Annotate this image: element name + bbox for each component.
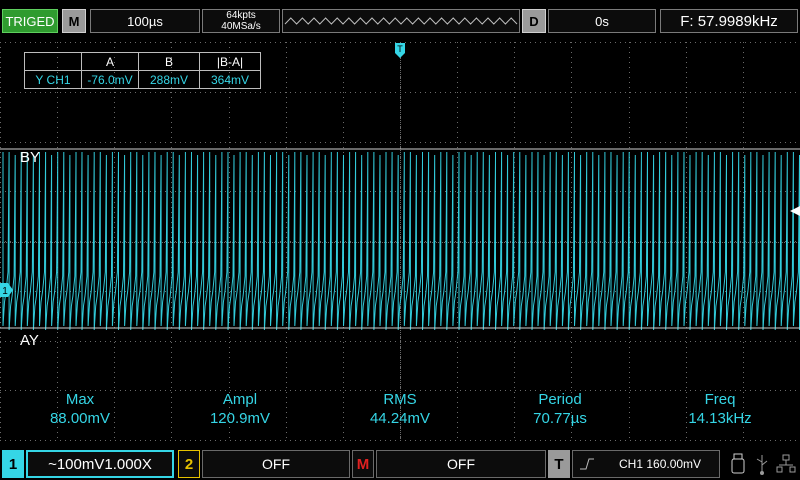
cursor-header-a: A <box>81 52 139 71</box>
menu-button[interactable]: M <box>62 9 86 33</box>
measurement-value: 14.13kHz <box>688 410 752 427</box>
trigger-number[interactable]: T <box>548 450 570 478</box>
cursor-row-label: Y CH1 <box>24 70 82 89</box>
measurement-name: Max <box>65 391 95 408</box>
lan-icon <box>776 454 796 473</box>
trigger-position-icon[interactable]: T <box>395 43 405 58</box>
usb-storage-icon <box>731 453 745 474</box>
ch1-ground-marker[interactable]: 1 <box>0 283 13 297</box>
cursor-header-delta: |B-A| <box>199 52 261 71</box>
measurement-value: 70.77µs <box>533 410 587 427</box>
measurement-freq: Freq 14.13kHz <box>650 390 790 428</box>
measurement-value: 120.9mV <box>209 410 271 427</box>
rising-edge-icon <box>580 458 594 470</box>
measurement-name: Ampl <box>222 391 258 408</box>
measurement-value: 88.00mV <box>49 410 111 427</box>
cursor-table-row: Y CH1 -76.0mV 288mV 364mV <box>24 70 261 89</box>
grid <box>0 42 799 441</box>
trigger-marker-label: T <box>397 44 403 54</box>
trigger-status-badge: TRIGED <box>2 9 58 33</box>
measurement-rms: RMS 44.24mV <box>330 390 470 428</box>
trigger-setting-label: CH1 160.00mV <box>619 457 702 471</box>
cursor-table-header: A B |B-A| <box>24 52 261 71</box>
trigger-setting[interactable]: CH1 160.00mV <box>572 450 720 478</box>
cursor-a-label: AY <box>20 332 39 349</box>
frequency-counter: F: 57.9989kHz <box>660 9 798 33</box>
top-status-bar: TRIGED M 100µs 64kpts 40MSa/s D 0s F: 57… <box>0 0 800 40</box>
math-number[interactable]: M <box>352 450 374 478</box>
delay-button[interactable]: D <box>522 9 546 33</box>
ch1-marker-label: 1 <box>2 286 8 297</box>
math-setting[interactable]: OFF <box>376 450 546 478</box>
bottom-channel-bar: 1 ~100mV1.000X 2 OFF M OFF T CH1 160.00m… <box>0 446 800 480</box>
timebase-display[interactable]: 100µs <box>90 9 200 33</box>
cursor-delta-value: 364mV <box>199 70 261 89</box>
cursor-readout-table: A B |B-A| Y CH1 -76.0mV 288mV 364mV <box>24 52 261 89</box>
waveform-display[interactable]: T 1 BY AY <box>0 40 800 443</box>
overview-zigzag-icon <box>284 17 518 25</box>
sample-rate: 40MSa/s <box>221 21 261 32</box>
ch2-number[interactable]: 2 <box>178 450 200 478</box>
acquisition-info: 64kpts 40MSa/s <box>202 9 280 33</box>
measurement-max: Max 88.00mV <box>10 390 150 428</box>
ch1-setting[interactable]: ~100mV1.000X <box>26 450 174 478</box>
cursor-b-value: 288mV <box>138 70 200 89</box>
delay-value[interactable]: 0s <box>548 9 656 33</box>
cursor-b-label: BY <box>20 149 40 166</box>
trigger-level-icon[interactable] <box>790 206 800 216</box>
ch2-setting[interactable]: OFF <box>202 450 350 478</box>
cursor-header-empty <box>24 52 82 71</box>
measurement-name: RMS <box>383 391 417 408</box>
usb-device-icon <box>756 455 768 475</box>
waveform-overview <box>282 9 520 33</box>
memory-depth: 64kpts <box>226 10 256 21</box>
measurement-value: 44.24mV <box>369 410 431 427</box>
measurement-ampl: Ampl 120.9mV <box>170 390 310 428</box>
cursor-a-value: -76.0mV <box>81 70 139 89</box>
cursor-header-b: B <box>138 52 200 71</box>
measurement-name: Freq <box>704 391 736 408</box>
ch1-number[interactable]: 1 <box>2 450 24 478</box>
measurement-name: Period <box>538 391 582 408</box>
measurement-period: Period 70.77µs <box>490 390 630 428</box>
